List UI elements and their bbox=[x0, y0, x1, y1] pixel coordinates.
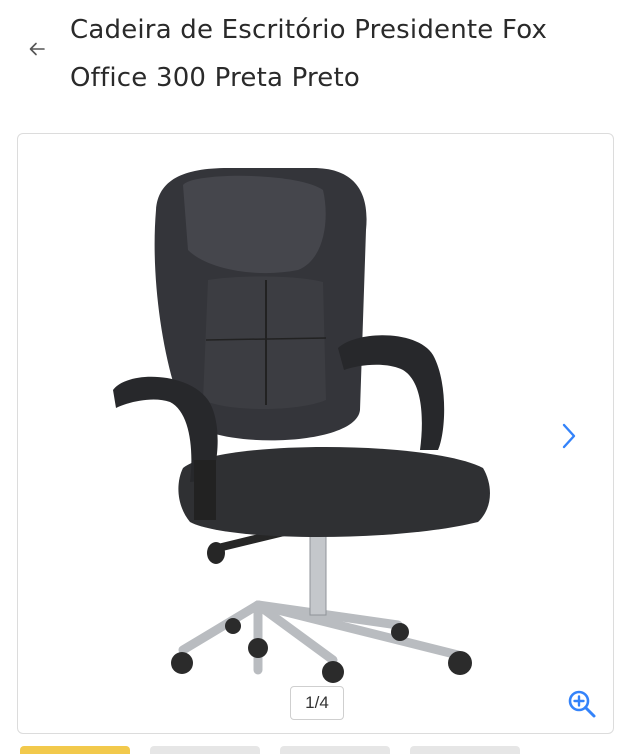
product-header: Cadeira de Escritório Presidente Fox Off… bbox=[0, 0, 628, 118]
thumbnail-2[interactable] bbox=[150, 746, 260, 754]
thumbnail-1[interactable] bbox=[20, 746, 130, 754]
image-counter: 1/4 bbox=[290, 686, 344, 720]
zoom-button[interactable] bbox=[562, 684, 602, 724]
thumbnail-strip bbox=[0, 746, 628, 754]
product-gallery[interactable]: 1/4 bbox=[17, 133, 614, 734]
arrow-left-icon bbox=[29, 42, 45, 56]
thumbnail-3[interactable] bbox=[280, 746, 390, 754]
thumbnail-4[interactable] bbox=[410, 746, 520, 754]
product-title: Cadeira de Escritório Presidente Fox Off… bbox=[70, 15, 548, 93]
product-image bbox=[113, 168, 490, 683]
next-image-button[interactable] bbox=[552, 416, 586, 456]
zoom-in-icon bbox=[568, 690, 596, 718]
chevron-right-icon bbox=[562, 423, 576, 449]
back-button[interactable] bbox=[22, 34, 52, 64]
